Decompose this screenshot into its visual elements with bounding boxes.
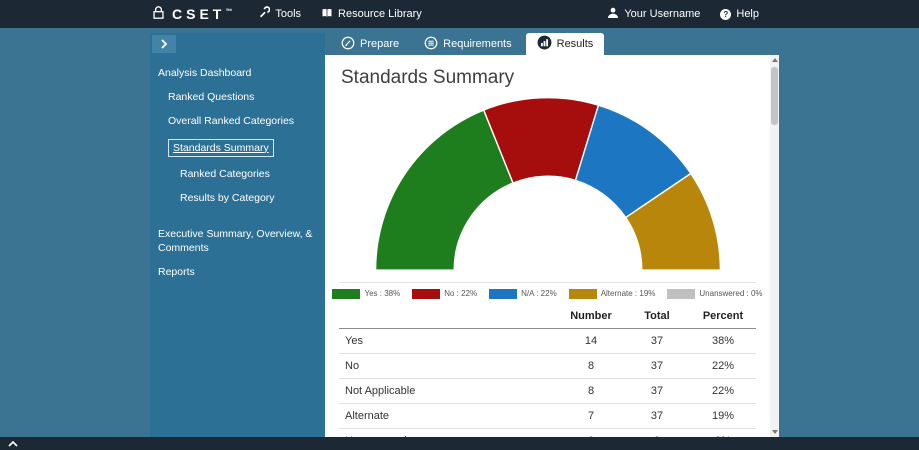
standards-donut-chart xyxy=(374,96,721,271)
brand-name: CSET™ xyxy=(172,6,233,22)
table-row: Yes 14 37 38% xyxy=(339,328,756,354)
header-number: Number xyxy=(558,303,624,329)
table-row: No 8 37 22% xyxy=(339,353,756,379)
prepare-icon xyxy=(341,36,355,53)
wrench-icon xyxy=(258,6,271,22)
chart-legend: Yes : 38% No : 22% N/A : 22% Alternate :… xyxy=(332,281,763,304)
sidebar-item-ranked-categories[interactable]: Ranked Categories xyxy=(150,162,325,186)
content-scrollbar[interactable] xyxy=(770,55,779,437)
standards-summary-chart xyxy=(368,91,728,278)
row-total: 37 xyxy=(624,353,690,379)
sidebar-item-analysis-dashboard[interactable]: Analysis Dashboard xyxy=(150,61,325,85)
legend-item-yes: Yes : 38% xyxy=(332,288,400,299)
lock-icon xyxy=(152,5,165,23)
sidebar-item-results-by-category[interactable]: Results by Category xyxy=(150,186,325,210)
legend-swatch-na xyxy=(489,288,518,299)
tab-results[interactable]: Results xyxy=(525,33,605,55)
results-content-panel: Standards Summary Yes : 38% No : 22% N/A… xyxy=(325,55,779,437)
row-percent: 22% xyxy=(690,353,756,379)
tab-prepare[interactable]: Prepare xyxy=(330,33,410,55)
legend-swatch-alternate xyxy=(568,288,597,299)
scrollbar-thumb[interactable] xyxy=(771,67,778,125)
scroll-up-button[interactable] xyxy=(770,55,779,65)
cset-logo: CSET™ xyxy=(152,5,232,23)
legend-item-alternate: Alternate : 19% xyxy=(568,288,655,299)
standards-summary-table: Number Total Percent Yes 14 37 38% No 8 xyxy=(339,303,756,437)
username-menu[interactable]: Your Username xyxy=(607,7,700,22)
header-total: Total xyxy=(624,303,690,329)
book-icon xyxy=(321,7,333,22)
row-total: 37 xyxy=(624,403,690,429)
row-label: Alternate xyxy=(339,403,558,429)
sidebar-item-standards-summary[interactable]: Standards Summary xyxy=(150,134,325,162)
table-row: Not Applicable 8 37 22% xyxy=(339,378,756,404)
resource-library-label: Resource Library xyxy=(338,8,422,20)
row-percent: 22% xyxy=(690,378,756,404)
cset-app-window: CSET™ Tools Resource Library Your Userna… xyxy=(0,0,919,450)
sidebar-collapse-toggle[interactable] xyxy=(152,35,176,53)
legend-swatch-yes xyxy=(332,288,361,299)
results-chart-icon xyxy=(537,35,552,53)
sidebar-item-overall-ranked-categories[interactable]: Overall Ranked Categories xyxy=(150,109,325,133)
help-label: Help xyxy=(736,8,759,20)
sidebar-menu: Analysis Dashboard Ranked Questions Over… xyxy=(150,61,325,285)
username-label: Your Username xyxy=(624,8,701,20)
chevron-up-icon[interactable] xyxy=(8,440,18,447)
tools-menu[interactable]: Tools xyxy=(258,6,301,22)
trademark-mark: ™ xyxy=(225,8,233,16)
main-tab-bar: Prepare Requirements Results xyxy=(330,33,605,55)
sidebar-item-reports[interactable]: Reports xyxy=(150,260,325,284)
tools-label: Tools xyxy=(275,8,302,20)
row-number: 8 xyxy=(558,378,624,404)
row-label: No xyxy=(339,353,558,379)
header-percent: Percent xyxy=(690,303,756,329)
row-number: 8 xyxy=(558,353,624,379)
help-icon: ? xyxy=(720,8,732,20)
user-icon xyxy=(607,7,619,22)
row-label: Unanswered xyxy=(339,428,558,437)
legend-swatch-no xyxy=(412,288,441,299)
legend-swatch-unanswered xyxy=(667,288,696,299)
row-total: 37 xyxy=(624,378,690,404)
page-title: Standards Summary xyxy=(341,67,515,88)
row-label: Yes xyxy=(339,328,558,354)
row-total: 37 xyxy=(624,328,690,354)
tab-requirements[interactable]: Requirements xyxy=(413,33,522,55)
row-number: 0 xyxy=(558,428,624,437)
row-percent: 0% xyxy=(690,428,756,437)
row-percent: 38% xyxy=(690,328,756,354)
row-number: 14 xyxy=(558,328,624,354)
row-percent: 19% xyxy=(690,403,756,429)
help-menu[interactable]: ? Help xyxy=(720,8,759,20)
scroll-down-button[interactable] xyxy=(770,427,779,437)
tab-prepare-label: Prepare xyxy=(360,38,400,50)
legend-item-no: No : 22% xyxy=(412,288,477,299)
chevron-right-icon xyxy=(161,39,168,49)
requirements-icon xyxy=(424,36,438,53)
sidebar-item-executive-summary[interactable]: Executive Summary, Overview, & Comments xyxy=(150,222,325,260)
tab-results-label: Results xyxy=(556,38,594,50)
sidebar-item-ranked-questions[interactable]: Ranked Questions xyxy=(150,85,325,109)
table-header-row: Number Total Percent xyxy=(339,303,756,329)
triangle-down-icon xyxy=(771,430,778,434)
table-row: Unanswered 0 0 0% xyxy=(339,428,756,437)
header-answer-column xyxy=(339,303,558,329)
row-total: 0 xyxy=(624,428,690,437)
row-number: 7 xyxy=(558,403,624,429)
resource-library-menu[interactable]: Resource Library xyxy=(321,7,422,22)
row-label: Not Applicable xyxy=(339,378,558,404)
top-navigation-bar: CSET™ Tools Resource Library Your Userna… xyxy=(0,0,919,28)
legend-item-unanswered: Unanswered : 0% xyxy=(667,288,763,299)
bottom-status-bar xyxy=(0,437,919,450)
triangle-up-icon xyxy=(771,58,778,62)
results-sidebar: Analysis Dashboard Ranked Questions Over… xyxy=(150,33,325,437)
table-row: Alternate 7 37 19% xyxy=(339,403,756,429)
legend-item-na: N/A : 22% xyxy=(489,288,557,299)
tab-requirements-label: Requirements xyxy=(443,38,512,50)
donut-segment-yes xyxy=(374,109,514,271)
